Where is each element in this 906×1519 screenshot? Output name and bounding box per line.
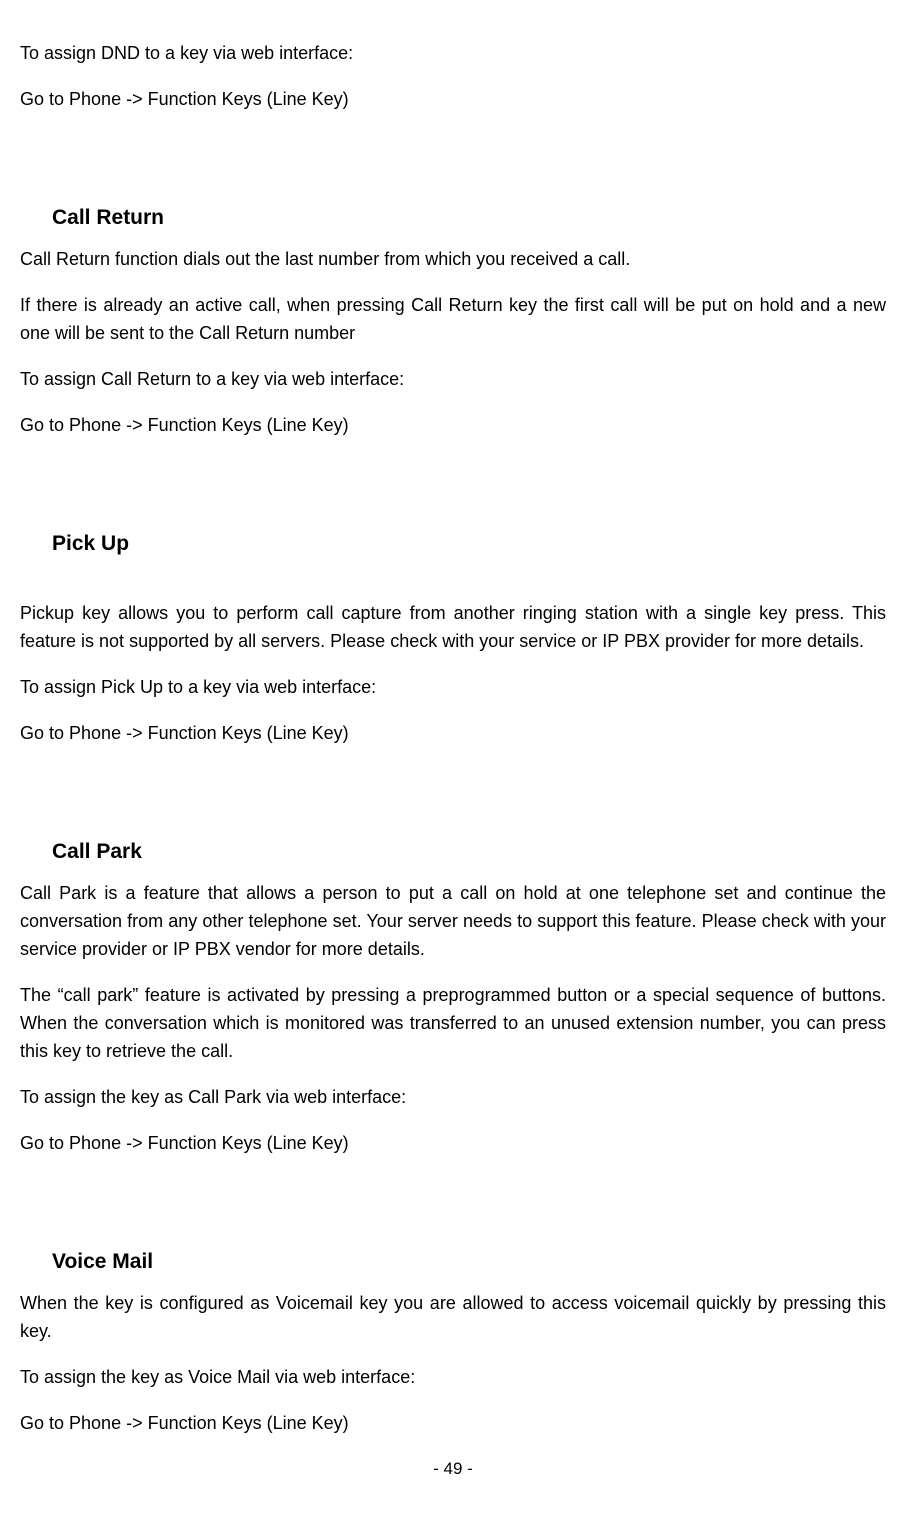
call-park-p2: The “call park” feature is activated by … — [20, 982, 886, 1066]
intro-line-1: To assign DND to a key via web interface… — [20, 40, 886, 68]
pick-up-p1: Pickup key allows you to perform call ca… — [20, 600, 886, 656]
heading-voice-mail: Voice Mail — [52, 1246, 886, 1279]
page-footer: - 49 - — [20, 1456, 886, 1482]
call-park-p3: To assign the key as Call Park via web i… — [20, 1084, 886, 1112]
page-content: To assign DND to a key via web interface… — [20, 40, 886, 1482]
voice-mail-p1: When the key is configured as Voicemail … — [20, 1290, 886, 1346]
call-return-p3: To assign Call Return to a key via web i… — [20, 366, 886, 394]
call-park-p1: Call Park is a feature that allows a per… — [20, 880, 886, 964]
pick-up-p3: Go to Phone -> Function Keys (Line Key) — [20, 720, 886, 748]
pick-up-p2: To assign Pick Up to a key via web inter… — [20, 674, 886, 702]
heading-call-return: Call Return — [52, 202, 886, 235]
call-return-p2: If there is already an active call, when… — [20, 292, 886, 348]
intro-line-2: Go to Phone -> Function Keys (Line Key) — [20, 86, 886, 114]
heading-call-park: Call Park — [52, 836, 886, 869]
call-park-p4: Go to Phone -> Function Keys (Line Key) — [20, 1130, 886, 1158]
heading-pick-up: Pick Up — [52, 528, 886, 561]
call-return-p1: Call Return function dials out the last … — [20, 246, 886, 274]
call-return-p4: Go to Phone -> Function Keys (Line Key) — [20, 412, 886, 440]
voice-mail-p2: To assign the key as Voice Mail via web … — [20, 1364, 886, 1392]
voice-mail-p3: Go to Phone -> Function Keys (Line Key) — [20, 1410, 886, 1438]
page-number: - 49 - — [433, 1459, 473, 1478]
